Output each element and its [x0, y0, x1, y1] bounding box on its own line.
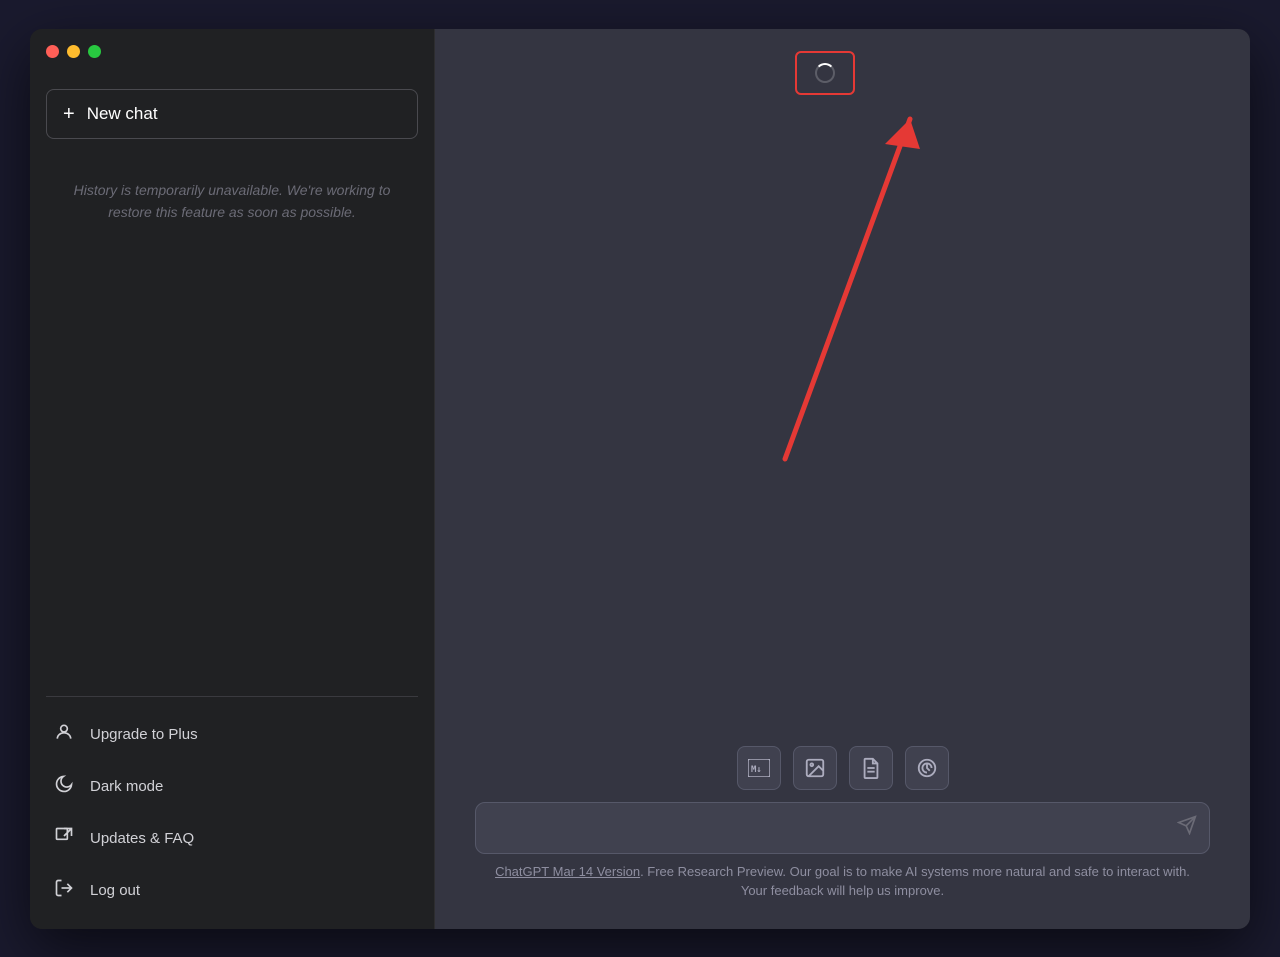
annotation-arrow — [755, 89, 935, 469]
loading-box — [795, 51, 855, 95]
image-button[interactable] — [793, 746, 837, 790]
history-unavailable-message: History is temporarily unavailable. We'r… — [30, 155, 434, 248]
svg-text:M↓: M↓ — [751, 765, 762, 775]
new-chat-button[interactable]: + New chat — [46, 89, 418, 139]
loading-spinner — [815, 63, 835, 83]
title-bar — [46, 45, 101, 58]
sidebar-top: + New chat — [30, 79, 434, 155]
markdown-button[interactable]: M↓ — [737, 746, 781, 790]
moon-icon — [52, 774, 76, 800]
plugin-button[interactable] — [905, 746, 949, 790]
chat-input-area — [475, 802, 1210, 854]
logout-label: Log out — [90, 882, 140, 899]
plus-icon: + — [63, 104, 75, 124]
main-area: M↓ — [435, 29, 1250, 929]
app-window: + New chat History is temporarily unavai… — [30, 29, 1250, 929]
pdf-button[interactable] — [849, 746, 893, 790]
footer-link[interactable]: ChatGPT Mar 14 Version — [495, 864, 640, 879]
sidebar-spacer — [30, 247, 434, 695]
close-button[interactable] — [46, 45, 59, 58]
upgrade-label: Upgrade to Plus — [90, 726, 198, 743]
dark-mode-label: Dark mode — [90, 778, 163, 795]
send-button[interactable] — [1177, 815, 1197, 841]
sidebar-bottom: Upgrade to Plus Dark mode — [30, 697, 434, 929]
footer-description: . Free Research Preview. Our goal is to … — [640, 864, 1190, 899]
sidebar: + New chat History is temporarily unavai… — [30, 29, 435, 929]
sidebar-item-updates[interactable]: Updates & FAQ — [38, 813, 426, 865]
maximize-button[interactable] — [88, 45, 101, 58]
updates-label: Updates & FAQ — [90, 830, 194, 847]
minimize-button[interactable] — [67, 45, 80, 58]
main-content — [435, 29, 1250, 746]
sidebar-item-dark-mode[interactable]: Dark mode — [38, 761, 426, 813]
sidebar-item-upgrade[interactable]: Upgrade to Plus — [38, 709, 426, 761]
person-icon — [52, 722, 76, 748]
bottom-area: M↓ — [435, 746, 1250, 929]
footer-text: ChatGPT Mar 14 Version. Free Research Pr… — [475, 854, 1210, 917]
new-chat-label: New chat — [87, 104, 158, 124]
sidebar-item-logout[interactable]: Log out — [38, 865, 426, 917]
logout-icon — [52, 878, 76, 904]
toolbar: M↓ — [475, 746, 1210, 790]
external-link-icon — [52, 826, 76, 852]
